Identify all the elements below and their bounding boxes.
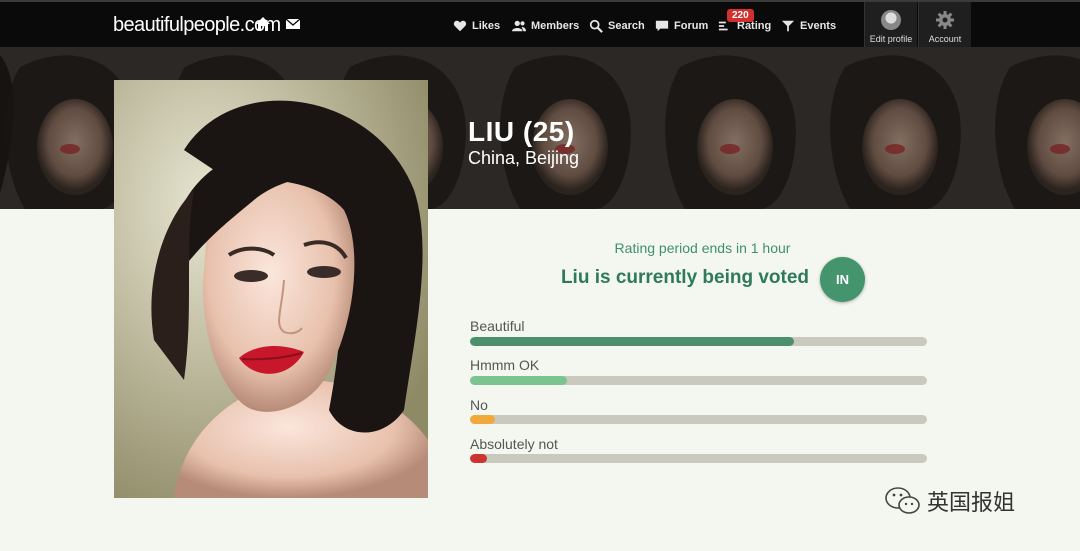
mail-icon[interactable] [285,16,301,32]
rating-fill [470,376,567,385]
account-button[interactable]: Account [918,2,971,49]
rating-bar-beautiful [470,337,927,346]
watermark-text: 英国报姐 [927,491,1016,516]
profile-location: China, Beijing [468,148,580,168]
nav-forum[interactable]: Forum [655,17,708,35]
nav-likes-label: Likes [472,20,501,32]
rating-bar-hmmm-ok [470,376,927,385]
nav-search-label: Search [608,20,645,32]
edit-profile-label: Edit profile [869,34,913,44]
profile-name: LIU (25) [468,116,575,147]
nav-likes[interactable]: Likes [453,17,500,35]
portrait-image [114,80,428,498]
home-icon[interactable] [255,16,271,32]
rating-fill [470,415,496,424]
voting-status-text: Liu is currently being voted [560,267,810,288]
nav-events[interactable]: Events [781,17,836,35]
members-icon [512,20,526,32]
rating-label-no: No [470,397,488,413]
top-nav-bar: beautifulpeople.com Likes Members Search… [0,0,1080,49]
search-icon [589,19,603,33]
nav-forum-label: Forum [674,20,709,32]
rating-bar-no [470,415,927,424]
rating-label-beautiful: Beautiful [470,318,525,334]
rating-label-hmmm-ok: Hmmm OK [470,357,540,373]
rating-bar-absolutely-not [470,454,927,463]
avatar-icon [881,10,901,30]
rating-fill [470,454,488,463]
nav-events-label: Events [800,20,837,32]
profile-photo[interactable] [114,80,428,498]
wechat-icon [885,487,920,514]
nav-search[interactable]: Search [589,17,645,35]
edit-profile-button[interactable]: Edit profile [864,2,917,49]
events-icon [781,20,795,32]
wechat-watermark: 英国报姐 [885,485,1015,517]
rating-count-badge: 220 [727,9,754,22]
account-label: Account [928,34,962,44]
rating-fill [470,337,794,346]
rating-period-text: Rating period ends in 1 hour [614,240,791,256]
gear-icon [936,11,954,29]
logo-prefix: beautiful [113,14,184,36]
forum-icon [655,20,669,32]
rating-label-absolutely-not: Absolutely not [470,436,558,452]
nav-members-label: Members [531,20,580,32]
heart-icon [453,20,467,32]
nav-members[interactable]: Members [512,17,579,35]
in-button[interactable]: IN [820,257,865,302]
